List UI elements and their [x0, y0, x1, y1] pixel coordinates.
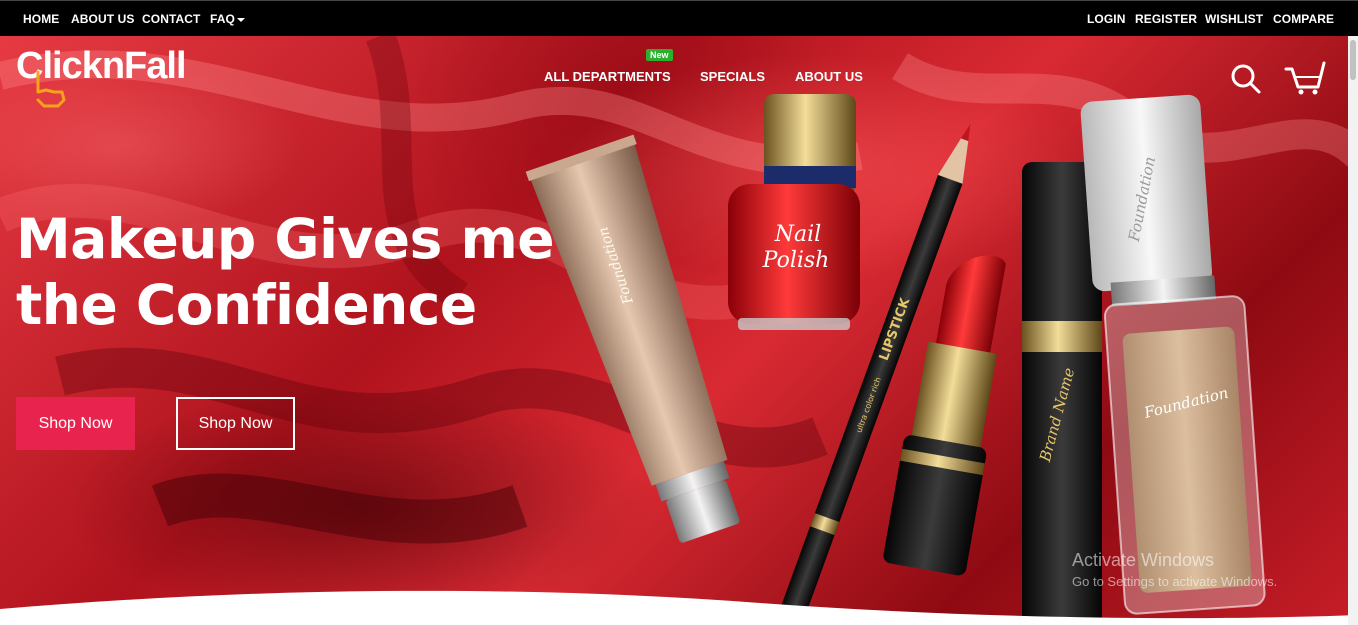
- foundation-bottle: Foundation Foundation: [1080, 94, 1266, 615]
- chevron-down-icon: [236, 17, 245, 22]
- nail-polish-label-line2: Polish: [762, 248, 830, 273]
- scrollbar-thumb[interactable]: [1350, 40, 1356, 80]
- foundation-tube: Foundation: [525, 134, 740, 543]
- top-bar: HOME ABOUT US CONTACT FAQ LOGIN REGISTER…: [0, 0, 1358, 36]
- hero-headline-line1: Makeup Gives me: [16, 207, 555, 271]
- topbar-link-login[interactable]: LOGIN: [1087, 12, 1126, 26]
- search-icon[interactable]: [1230, 63, 1262, 95]
- new-badge: New: [646, 49, 673, 61]
- topbar-link-faq[interactable]: FAQ: [210, 12, 245, 26]
- hero-headline-line2: the Confidence: [16, 273, 477, 337]
- nav-all-departments[interactable]: ALL DEPARTMENTS: [544, 69, 671, 84]
- nav-about-us[interactable]: ABOUT US: [795, 69, 863, 84]
- nail-polish-bottle: Nail Polish: [728, 94, 860, 330]
- shop-now-button-primary[interactable]: Shop Now: [16, 397, 135, 450]
- topbar-link-about-us[interactable]: ABOUT US: [71, 12, 134, 26]
- vertical-scrollbar[interactable]: [1348, 36, 1358, 625]
- nail-polish-label-line1: Nail: [774, 222, 821, 247]
- bottom-wave-divider: [0, 590, 1358, 625]
- topbar-link-contact[interactable]: CONTACT: [142, 12, 200, 26]
- watermark-title: Activate Windows: [1072, 550, 1215, 570]
- topbar-link-home[interactable]: HOME: [23, 12, 59, 26]
- nav-specials[interactable]: SPECIALS: [700, 69, 765, 84]
- topbar-link-wishlist[interactable]: WISHLIST: [1205, 12, 1263, 26]
- topbar-link-register[interactable]: REGISTER: [1135, 12, 1197, 26]
- hero-headline: Makeup Gives me the Confidence: [16, 206, 596, 338]
- topbar-link-compare[interactable]: COMPARE: [1273, 12, 1334, 26]
- faq-label: FAQ: [210, 12, 235, 26]
- pointer-hand-icon: [36, 70, 66, 108]
- cart-icon[interactable]: [1284, 61, 1326, 95]
- windows-watermark: Activate Windows Go to Settings to activ…: [1072, 550, 1277, 589]
- shop-now-button-outline[interactable]: Shop Now: [176, 397, 295, 450]
- hero-banner: Foundation Nail Polish LIPSTICK ultra co…: [0, 36, 1358, 625]
